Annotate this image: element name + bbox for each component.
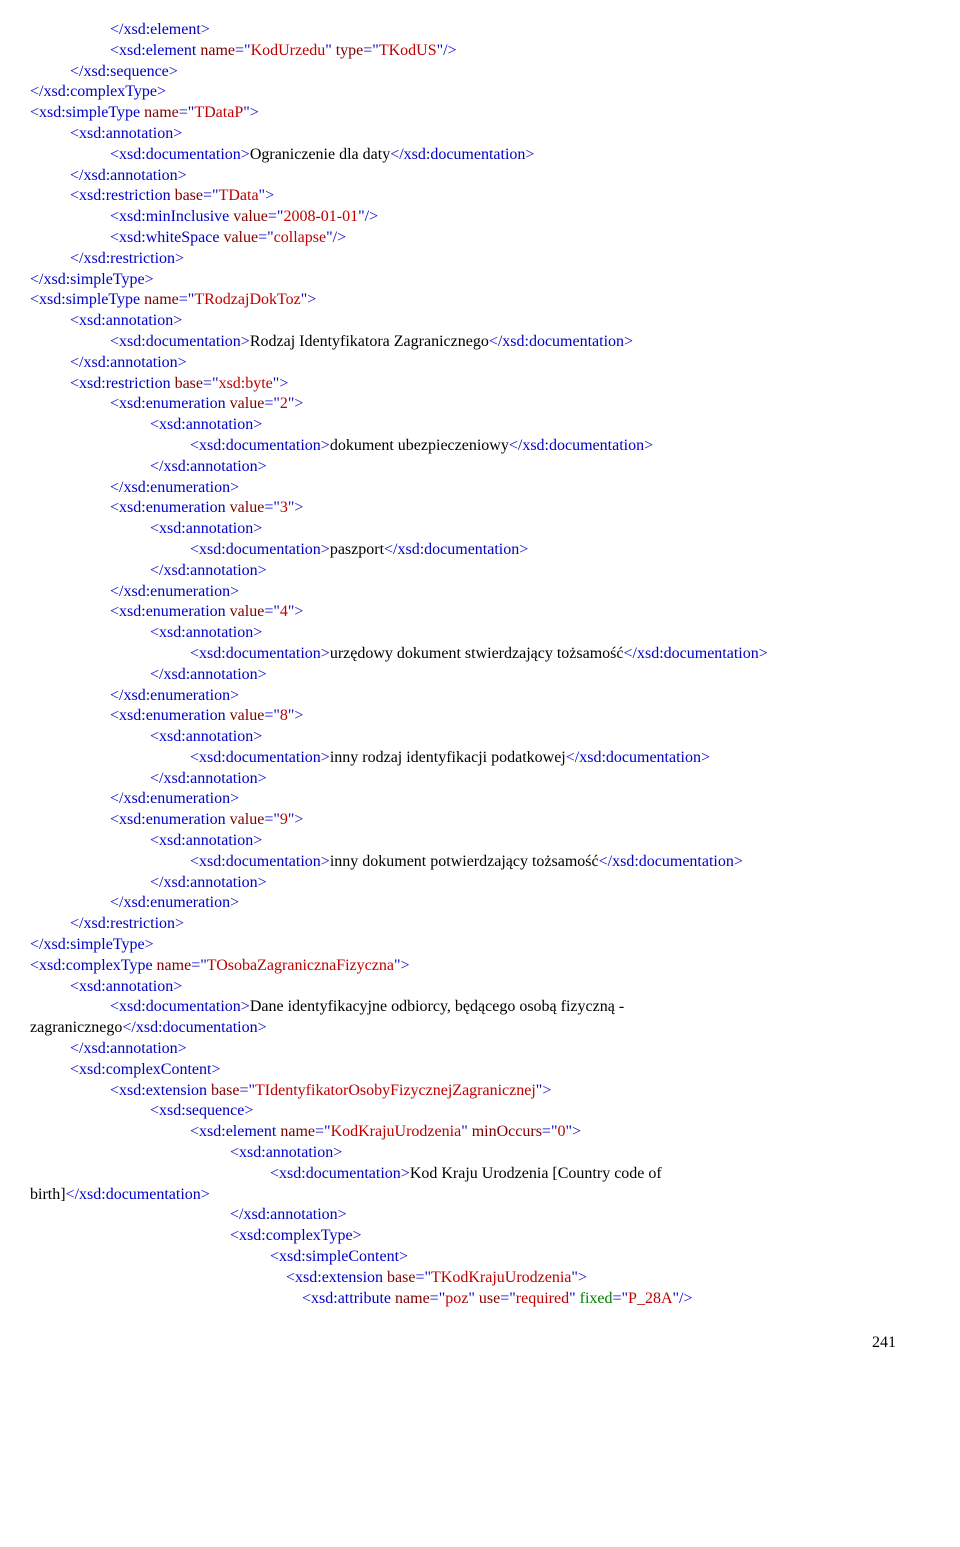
code-line: </xsd:annotation> <box>30 665 900 686</box>
code-line: </xsd:enumeration> <box>30 789 900 810</box>
code-line: <xsd:sequence> <box>30 1101 900 1122</box>
code-line: </xsd:restriction> <box>30 249 900 270</box>
code-line: <xsd:complexType name="TOsobaZagraniczna… <box>30 956 900 977</box>
code-line: <xsd:enumeration value="8"> <box>30 706 900 727</box>
code-line: <xsd:documentation>Dane identyfikacyjne … <box>30 997 900 1018</box>
code-line: <xsd:documentation>urzędowy dokument stw… <box>30 644 900 665</box>
code-line: <xsd:annotation> <box>30 519 900 540</box>
code-line: <xsd:documentation>inny dokument potwier… <box>30 852 900 873</box>
code-line: <xsd:restriction base="TData"> <box>30 186 900 207</box>
code-line: </xsd:annotation> <box>30 1039 900 1060</box>
code-line: </xsd:element> <box>30 20 900 41</box>
code-line: </xsd:annotation> <box>30 457 900 478</box>
code-line: </xsd:annotation> <box>30 561 900 582</box>
code-line: <xsd:documentation>Ograniczenie dla daty… <box>30 145 900 166</box>
code-line: <xsd:enumeration value="4"> <box>30 602 900 623</box>
code-line: <xsd:enumeration value="9"> <box>30 810 900 831</box>
code-line: </xsd:annotation> <box>30 166 900 187</box>
code-line: <xsd:extension base="TKodKrajuUrodzenia"… <box>30 1268 900 1289</box>
code-line: <xsd:enumeration value="3"> <box>30 498 900 519</box>
code-line: <xsd:attribute name="poz" use="required"… <box>30 1289 900 1310</box>
code-line: birth]</xsd:documentation> <box>30 1185 900 1206</box>
code-line: <xsd:minInclusive value="2008-01-01"/> <box>30 207 900 228</box>
code-line: <xsd:annotation> <box>30 311 900 332</box>
code-line: </xsd:annotation> <box>30 1205 900 1226</box>
code-line: <xsd:annotation> <box>30 1143 900 1164</box>
code-line: <xsd:simpleType name="TDataP"> <box>30 103 900 124</box>
code-line: </xsd:simpleType> <box>30 935 900 956</box>
code-line: <xsd:complexType> <box>30 1226 900 1247</box>
code-line: <xsd:documentation>paszport</xsd:documen… <box>30 540 900 561</box>
code-line: <xsd:annotation> <box>30 977 900 998</box>
code-line: </xsd:enumeration> <box>30 582 900 603</box>
code-line: </xsd:simpleType> <box>30 270 900 291</box>
code-line: </xsd:restriction> <box>30 914 900 935</box>
page-number: 241 <box>30 1309 900 1354</box>
code-line: <xsd:restriction base="xsd:byte"> <box>30 374 900 395</box>
code-line: <xsd:annotation> <box>30 727 900 748</box>
code-line: <xsd:enumeration value="2"> <box>30 394 900 415</box>
code-line: <xsd:documentation>Kod Kraju Urodzenia [… <box>30 1164 900 1185</box>
code-line: zagranicznego</xsd:documentation> <box>30 1018 900 1039</box>
code-line: <xsd:extension base="TIdentyfikatorOsoby… <box>30 1081 900 1102</box>
code-line: </xsd:complexType> <box>30 82 900 103</box>
code-line: <xsd:annotation> <box>30 124 900 145</box>
code-line: <xsd:annotation> <box>30 623 900 644</box>
code-line: <xsd:documentation>dokument ubezpieczeni… <box>30 436 900 457</box>
code-line: </xsd:enumeration> <box>30 478 900 499</box>
code-line: </xsd:enumeration> <box>30 686 900 707</box>
code-line: </xsd:annotation> <box>30 769 900 790</box>
code-line: <xsd:element name="KodKrajuUrodzenia" mi… <box>30 1122 900 1143</box>
code-line: <xsd:simpleType name="TRodzajDokToz"> <box>30 290 900 311</box>
code-line: <xsd:element name="KodUrzedu" type="TKod… <box>30 41 900 62</box>
code-line: <xsd:whiteSpace value="collapse"/> <box>30 228 900 249</box>
code-line: <xsd:simpleContent> <box>30 1247 900 1268</box>
code-line: <xsd:complexContent> <box>30 1060 900 1081</box>
code-line: <xsd:annotation> <box>30 831 900 852</box>
code-line: </xsd:sequence> <box>30 62 900 83</box>
code-line: <xsd:documentation>Rodzaj Identyfikatora… <box>30 332 900 353</box>
code-line: <xsd:annotation> <box>30 415 900 436</box>
code-line: <xsd:documentation>inny rodzaj identyfik… <box>30 748 900 769</box>
code-line: </xsd:annotation> <box>30 353 900 374</box>
code-line: </xsd:annotation> <box>30 873 900 894</box>
code-line: </xsd:enumeration> <box>30 893 900 914</box>
xml-code-block: </xsd:element><xsd:element name="KodUrze… <box>30 20 900 1309</box>
